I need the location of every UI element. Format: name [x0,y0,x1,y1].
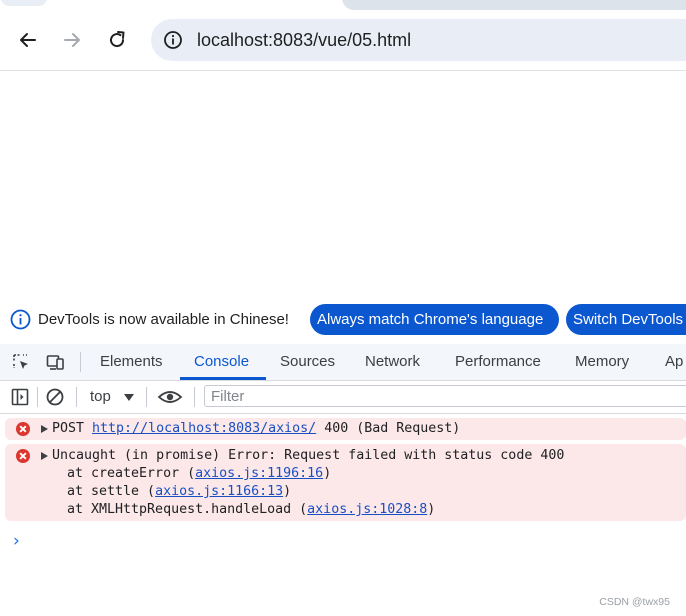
stack-frame: at settle (axios.js:1166:13) [67,484,292,499]
divider [194,387,195,407]
console-prompt[interactable]: › [13,531,20,551]
browser-toolbar: localhost:8083/vue/05.html [0,10,686,71]
switch-devtools-button[interactable]: Switch DevTools [566,304,686,335]
tab-application[interactable]: Ap [665,344,683,380]
watermark: CSDN @twx95 [599,596,670,608]
url-text[interactable]: localhost:8083/vue/05.html [197,19,411,61]
arrow-right-icon [64,33,80,47]
expand-triangle-icon[interactable] [41,451,48,460]
back-button[interactable] [14,26,42,54]
tab-stub[interactable] [342,0,686,10]
source-link[interactable]: axios.js:1196:16 [195,466,323,481]
device-toolbar-icon[interactable] [45,352,65,372]
divider [37,387,38,407]
request-url-link[interactable]: http://localhost:8083/axios/ [92,421,316,436]
address-bar[interactable]: localhost:8083/vue/05.html [151,19,686,61]
source-link[interactable]: axios.js:1166:13 [155,484,283,499]
devtools-tab-bar: Elements Console Sources Network Perform… [0,344,686,381]
info-icon [10,309,31,330]
error-text: Uncaught (in promise) Error: Request fai… [52,448,565,463]
stack-frame: at XMLHttpRequest.handleLoad (axios.js:1… [67,502,436,517]
inspect-element-icon[interactable] [11,352,31,372]
divider [80,352,81,372]
infobar-message: DevTools is now available in Chinese! [38,311,289,328]
reload-button[interactable] [103,26,131,54]
error-icon [16,422,30,436]
tab-memory[interactable]: Memory [575,344,629,380]
context-selector[interactable]: top [90,381,111,413]
tab-elements[interactable]: Elements [100,344,163,380]
error-icon [16,449,30,463]
console-error-message[interactable]: POST http://localhost:8083/axios/ 400 (B… [5,418,686,440]
message-text: POST http://localhost:8083/axios/ 400 (B… [52,421,461,436]
sidebar-toggle-icon[interactable] [10,387,30,407]
tab-performance[interactable]: Performance [455,344,541,380]
console-error-message[interactable]: Uncaught (in promise) Error: Request fai… [5,444,686,521]
divider [146,387,147,407]
filter-box[interactable] [204,385,686,407]
always-match-language-button[interactable]: Always match Chrome's language [310,304,559,335]
tab-strip [0,0,686,10]
expand-triangle-icon[interactable] [41,424,48,433]
console-toolbar: top [0,381,686,414]
reload-icon [110,31,125,48]
tab-stub[interactable] [0,0,48,6]
tab-sources[interactable]: Sources [280,344,335,380]
filter-input[interactable] [205,386,686,406]
info-circle-icon[interactable] [163,30,183,50]
clear-console-icon[interactable] [45,387,65,407]
tab-network[interactable]: Network [365,344,420,380]
arrow-left-icon [20,33,36,47]
active-tab-indicator [180,377,266,380]
forward-button[interactable] [58,26,86,54]
divider [76,387,77,407]
chevron-down-icon[interactable] [124,394,134,401]
eye-icon[interactable] [157,387,183,407]
page-viewport [0,71,686,299]
source-link[interactable]: axios.js:1028:8 [307,502,427,517]
stack-frame: at createError (axios.js:1196:16) [67,466,332,481]
tab-console[interactable]: Console [194,344,249,380]
